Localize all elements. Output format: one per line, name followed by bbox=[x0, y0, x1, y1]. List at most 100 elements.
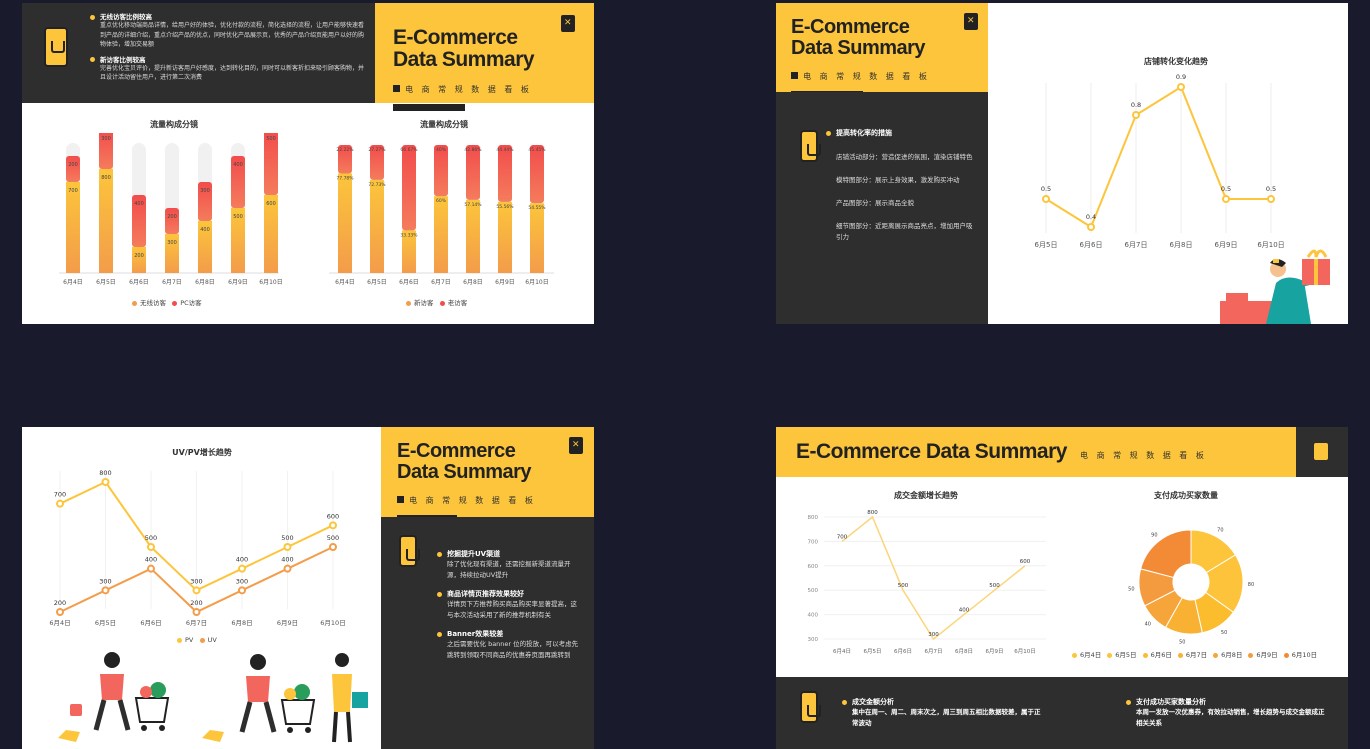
chart2-label-new: 77.78% bbox=[336, 175, 354, 181]
slide-1: 无线访客比例较高 重点优化移动端商品详情，给用户好的体验，优化付款的流程，简化选… bbox=[22, 3, 594, 324]
chart4-data-label: 400 bbox=[236, 556, 248, 564]
chart2-bar-new bbox=[530, 203, 544, 273]
chart3-xtick: 6月6日 bbox=[1080, 241, 1103, 249]
chart1-legend-2: PC访客 bbox=[180, 299, 202, 307]
slide3-tip-body: 除了优化现有渠道，还需挖掘新渠道流量开源，持续拉动UV提升 bbox=[447, 560, 571, 580]
chart4-data-label: 300 bbox=[99, 577, 111, 585]
chart4-xtick: 6月4日 bbox=[49, 619, 70, 627]
chart1-xtick: 6月5日 bbox=[96, 279, 116, 286]
chart2-bar-old bbox=[466, 145, 480, 200]
slide1-title-panel: E-Commerce Data Summary 电 商 常 规 数 据 看 板 bbox=[375, 3, 594, 112]
chart5-xtick: 6月8日 bbox=[955, 648, 973, 655]
phone-basket-icon bbox=[399, 535, 420, 567]
chart4-data-label: 800 bbox=[99, 469, 111, 477]
slide3-tip-body: 详情页下方推荐购买商品购买率显著提高，这与本次活动采用了新的推荐机制有关 bbox=[447, 600, 577, 620]
slide2-subtitle: 电 商 常 规 数 据 看 板 bbox=[803, 72, 930, 81]
chart5-xtick: 6月6日 bbox=[894, 648, 912, 655]
chart3-point bbox=[1177, 83, 1185, 91]
chart3-xtick: 6月5日 bbox=[1035, 241, 1058, 249]
slide2-tip-item: 店铺活动部分：营造促进的氛围，渲染店铺特色 bbox=[836, 153, 973, 161]
chart4-data-label: 400 bbox=[145, 556, 157, 564]
chart6-legend-item: 6月9日 bbox=[1248, 651, 1278, 659]
chart1-label-pc: 400 bbox=[134, 201, 144, 207]
chart1-xtick: 6月10日 bbox=[259, 279, 282, 286]
chart2-label-old: 45.45% bbox=[528, 147, 546, 153]
chart2-label-old: 22.22% bbox=[336, 147, 354, 153]
chart4-point-uv bbox=[101, 586, 110, 595]
chart4-xtick: 6月6日 bbox=[140, 619, 161, 627]
chart5-series-line bbox=[841, 515, 1026, 641]
chart1-stacked-bars: 700 200 6月4日 800 300 6月5日 200 400 6月6日 300 200 6月7日… bbox=[59, 133, 283, 286]
chart1-bar-wireless bbox=[66, 182, 80, 273]
chart1-bar-pc bbox=[165, 208, 179, 234]
chart6-legend-item: 6月5日 bbox=[1107, 651, 1137, 659]
slide1-title-2: Data Summary bbox=[393, 48, 535, 72]
chart4-xtick: 6月5日 bbox=[95, 619, 116, 627]
slide2-tips-panel: 提高转化率的措施 店铺活动部分：营造促进的氛围，渲染店铺特色 模特图部分：展示上身… bbox=[776, 92, 988, 324]
slide2-title-panel: E-Commerce Data Summary 电 商 常 规 数 据 看 板 bbox=[776, 3, 988, 98]
chart1-xtick: 6月4日 bbox=[63, 279, 83, 286]
chart5-data-label: 500 bbox=[898, 583, 909, 589]
chart6-slice bbox=[1140, 529, 1192, 579]
chart6-legend-item: 6月10日 bbox=[1283, 651, 1317, 659]
chart2-bar-new bbox=[466, 199, 480, 273]
chart5-ytick: 700 bbox=[808, 539, 819, 545]
slide4-subtitle: 电 商 常 规 数 据 看 板 bbox=[1080, 451, 1207, 460]
chart2-label-new: 60% bbox=[436, 198, 447, 204]
slide2-tip-item: 模特图部分：展示上身效果，激发购买冲动 bbox=[836, 176, 960, 185]
chart5-ytick: 500 bbox=[808, 588, 819, 594]
chart4-data-label: 700 bbox=[54, 491, 66, 499]
chart4-xtick: 6月9日 bbox=[277, 619, 298, 627]
slide4-title-bar: E-Commerce Data Summary 电 商 常 规 数 据 看 板 bbox=[776, 427, 1296, 477]
chart5-ytick: 600 bbox=[808, 564, 819, 570]
slide1-tips-panel: 无线访客比例较高 重点优化移动端商品详情，给用户好的体验，优化付款的流程，简化选… bbox=[22, 3, 375, 103]
chart4-point-pv bbox=[147, 543, 155, 551]
chart2-label-new: 55.56% bbox=[496, 204, 514, 210]
chart3-point bbox=[1087, 223, 1095, 231]
slide4-tip2-body: 本周一发放一次优惠券，有效拉动销售，增长趋势与成交金额成正相关关系 bbox=[1136, 708, 1325, 728]
slide-2: E-Commerce Data Summary 电 商 常 规 数 据 看 板 … bbox=[776, 3, 1348, 324]
slide2-tip-item: 产品图部分：展示商品全貌 bbox=[836, 199, 914, 208]
chart5-data-label: 600 bbox=[1020, 559, 1031, 565]
chart6-legend: 6月4日 6月5日 6月6日 6月7日 6月8日 6月9日 6月10日 bbox=[1072, 649, 1332, 659]
chart6-slice-label: 50 bbox=[1221, 630, 1227, 636]
slide4-title: E-Commerce Data Summary bbox=[796, 440, 1067, 463]
chart5-line: 300 400 500 600 700 800 6月4日 6月5日 6月6日 6月7日 6月8日 6月… bbox=[808, 510, 1046, 655]
slide3-tips-panel: 挖掘提升UV渠道 除了优化现有渠道，还需挖掘新渠道流量开源，持续拉动UV提升 商品详… bbox=[381, 517, 594, 749]
chart3-data-label: 0.4 bbox=[1086, 213, 1096, 221]
chart4-data-label: 300 bbox=[190, 577, 202, 585]
chart2-xtick: 6月9日 bbox=[495, 279, 515, 286]
chart6-legend-item: 6月8日 bbox=[1213, 651, 1242, 659]
slide3-tip-head: 商品详情页推荐效果较好 bbox=[437, 589, 582, 599]
chart3-data-label: 0.9 bbox=[1176, 73, 1186, 81]
chart5-data-label: 800 bbox=[867, 510, 878, 516]
slide1-tip2-body: 完善优化宝贝评价，提升新访客用户好感度，达到转化目的，同时可以新客折扣来吸引顾客… bbox=[100, 64, 365, 82]
chart2-label-new: 57.14% bbox=[464, 202, 482, 208]
slide4-tips-panel: 成交金额分析 集中在周一、周二、周末次之，周三到周五相比数据较差，属于正常波动 … bbox=[776, 677, 1348, 749]
chart4-xtick: 6月8日 bbox=[231, 619, 252, 627]
chart5-title: 成交金额增长趋势 bbox=[894, 491, 958, 500]
chart1-xtick: 6月7日 bbox=[162, 279, 182, 286]
chart4-point-pv bbox=[238, 564, 246, 573]
slide-3: UV/PV增长趋势 6月4日 6月5日 6月6日 6月7日 6月8日 6月9日 6月10日 7… bbox=[22, 427, 594, 749]
chart3-point bbox=[1222, 195, 1230, 203]
chart2-xtick: 6月10日 bbox=[525, 279, 548, 286]
chart4-point-pv bbox=[56, 499, 64, 508]
slide1-tip1-body: 重点优化移动端商品详情，给用户好的体验，优化付款的流程，简化选择的流程，让用户能… bbox=[100, 22, 365, 49]
file-close-icon bbox=[1314, 443, 1328, 460]
chart2-xtick: 6月4日 bbox=[335, 279, 355, 286]
slide2-tip-head: 提高转化率的措施 bbox=[836, 129, 892, 137]
chart4-line: 6月4日 6月5日 6月6日 6月7日 6月8日 6月9日 6月10日 700 800 500 30… bbox=[49, 469, 345, 627]
chart6-slice-label: 80 bbox=[1248, 582, 1254, 588]
chart2-label-old: 27.27% bbox=[368, 147, 386, 153]
slide4-tip1-head: 成交金额分析 bbox=[852, 698, 894, 706]
chart6-legend-item: 6月7日 bbox=[1177, 651, 1207, 659]
chart2-bar-old bbox=[402, 145, 416, 231]
chart4-point-uv bbox=[329, 543, 337, 551]
chart5-data-label: 700 bbox=[837, 534, 848, 540]
chart2-bar-old bbox=[530, 145, 544, 204]
chart1-bar-pc bbox=[66, 156, 80, 182]
chart2-bar-new bbox=[498, 201, 512, 273]
chart2-title: 流量构成分镜 bbox=[420, 120, 468, 129]
slide4-icon-box bbox=[1296, 427, 1348, 477]
